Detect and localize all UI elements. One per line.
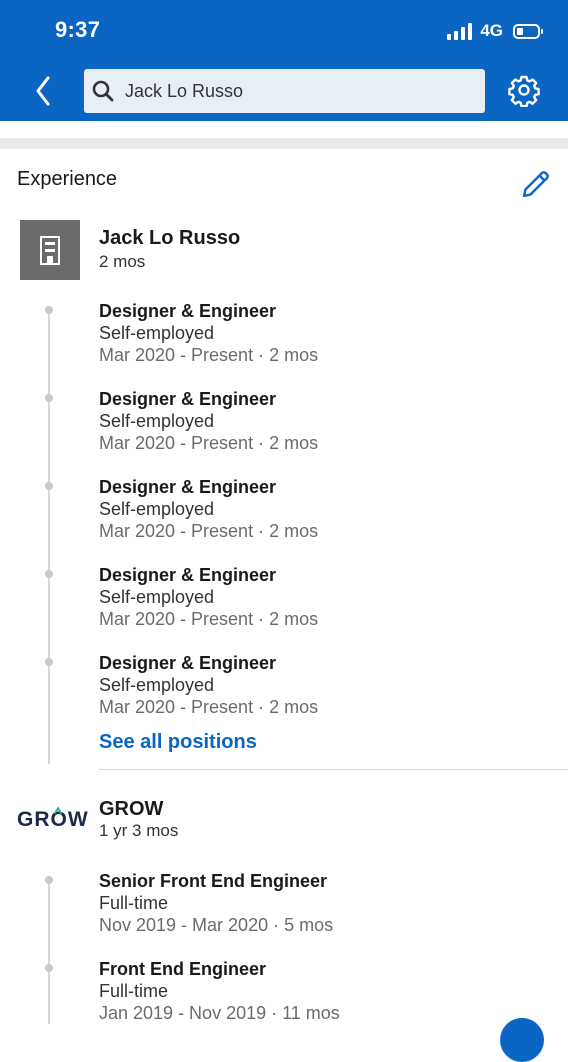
position-dates: Mar 2020 - Present · 2 mos [99,697,319,717]
see-all-positions-link[interactable]: See all positions [99,731,257,754]
position-dates: Mar 2020 - Present · 2 mos [99,609,319,629]
floating-action-button[interactable] [500,1018,544,1062]
building-icon [40,236,60,265]
back-button[interactable] [28,70,62,112]
position-type: Full-time [99,893,169,913]
search-icon [92,80,114,102]
network-type: 4G [480,21,503,40]
timeline-dot [45,306,53,314]
back-chevron-icon [36,76,50,106]
position-item[interactable]: Designer & Engineer Self-employed Mar 20… [99,652,318,718]
company-logo[interactable] [20,220,80,280]
status-time: 9:37 [55,17,101,42]
position-type: Self-employed [99,499,215,519]
settings-button[interactable] [507,73,541,108]
timeline-dot [45,964,53,972]
timeline-dot [45,570,53,578]
experience-heading: Experience [17,168,118,190]
status-indicators: 4G [447,21,543,41]
signal-icon [447,22,473,40]
search-input[interactable]: Jack Lo Russo [84,69,485,113]
position-dates: Mar 2020 - Present · 2 mos [99,521,319,541]
company-name[interactable]: GROW [99,798,163,821]
position-title: Designer & Engineer [99,565,277,585]
timeline-line [48,312,50,764]
timeline-dot [45,482,53,490]
company-duration: 1 yr 3 mos [99,821,179,840]
position-title: Designer & Engineer [99,477,277,497]
position-item[interactable]: Front End Engineer Full-time Jan 2019 - … [99,958,340,1024]
position-item[interactable]: Senior Front End Engineer Full-time Nov … [99,870,333,936]
company-duration: 2 mos [99,252,146,271]
position-title: Front End Engineer [99,959,267,979]
company-separator [99,769,568,770]
top-bar: 9:37 4G Jack Lo Russo [0,0,568,121]
position-dates: Mar 2020 - Present · 2 mos [99,345,319,365]
timeline-dot [45,394,53,402]
position-item[interactable]: Designer & Engineer Self-employed Mar 20… [99,564,318,630]
position-type: Self-employed [99,411,215,431]
leaf-icon [54,806,62,814]
search-value: Jack Lo Russo [125,80,244,101]
position-type: Self-employed [99,587,215,607]
gear-icon [508,75,540,108]
timeline-dot [45,876,53,884]
position-dates: Jan 2019 - Nov 2019 · 11 mos [99,1003,340,1023]
position-title: Designer & Engineer [99,653,277,673]
edit-experience-button[interactable] [519,167,553,201]
battery-icon [513,23,543,39]
position-type: Full-time [99,981,169,1001]
position-item[interactable]: Designer & Engineer Self-employed Mar 20… [99,388,318,454]
timeline-line [48,882,50,1024]
position-dates: Nov 2019 - Mar 2020 · 5 mos [99,915,334,935]
position-title: Senior Front End Engineer [99,871,328,891]
position-type: Self-employed [99,323,215,343]
position-title: Designer & Engineer [99,301,277,321]
position-dates: Mar 2020 - Present · 2 mos [99,433,319,453]
section-divider [0,121,568,151]
position-item[interactable]: Designer & Engineer Self-employed Mar 20… [99,300,318,366]
position-item[interactable]: Designer & Engineer Self-employed Mar 20… [99,476,318,542]
position-type: Self-employed [99,675,215,695]
pencil-icon [522,171,549,198]
company-name[interactable]: Jack Lo Russo [99,227,240,250]
timeline-dot [45,658,53,666]
position-title: Designer & Engineer [99,389,277,409]
